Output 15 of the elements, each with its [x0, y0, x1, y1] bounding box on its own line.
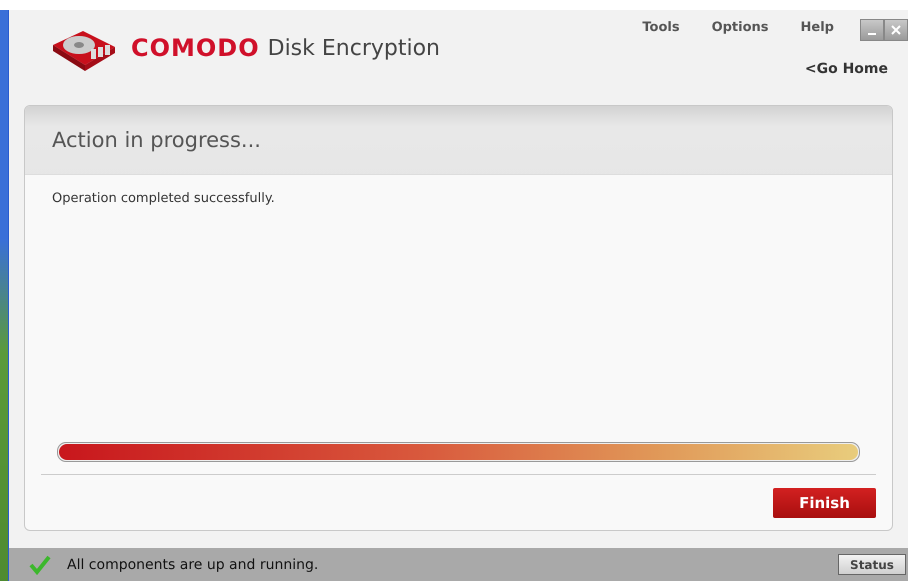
minimize-button[interactable] [860, 19, 884, 41]
close-icon [891, 25, 901, 35]
close-button[interactable] [884, 19, 908, 41]
menu-item[interactable]: Help [800, 20, 834, 35]
status-button[interactable]: Status [838, 554, 906, 575]
brand-name: COMODO [131, 34, 260, 62]
finish-button[interactable]: Finish [773, 488, 876, 518]
menu-item[interactable]: Options [712, 20, 769, 35]
panel-title: Action in progress... [25, 106, 892, 175]
menu-item[interactable]: Tools [642, 20, 680, 35]
product-name: Disk Encryption [268, 36, 440, 60]
status-text: All components are up and running. [67, 556, 320, 572]
status-message: Operation completed successfully. [52, 191, 276, 208]
go-home-link[interactable]: <Go Home [804, 61, 888, 77]
minimize-icon [868, 33, 876, 35]
